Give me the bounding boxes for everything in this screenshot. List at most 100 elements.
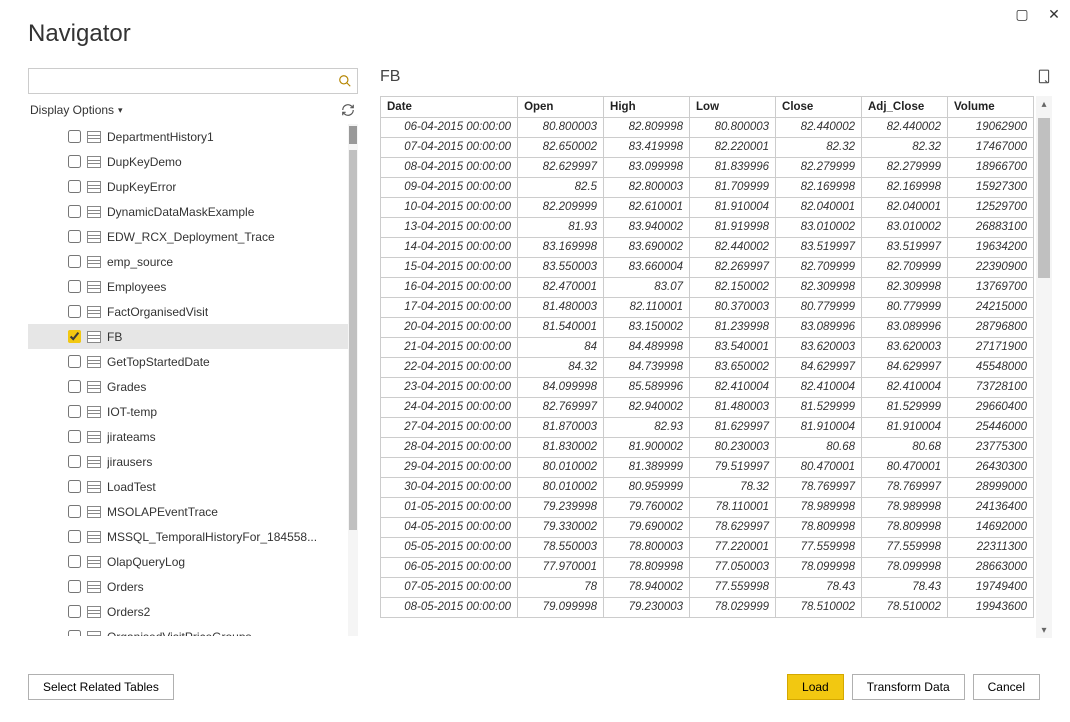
column-header-high[interactable]: High [604, 97, 690, 117]
cell: 08-05-2015 00:00:00 [381, 597, 518, 617]
tree-item-dynamicdatamaskexample[interactable]: DynamicDataMaskExample [28, 199, 348, 224]
tree-item-jirateams[interactable]: jirateams [28, 424, 348, 449]
table-row[interactable]: 27-04-2015 00:00:0081.87000382.9381.6299… [381, 417, 1034, 437]
column-header-volume[interactable]: Volume [947, 97, 1033, 117]
tree-checkbox[interactable] [68, 605, 81, 618]
tree-item-orders2[interactable]: Orders2 [28, 599, 348, 624]
cell: 24-04-2015 00:00:00 [381, 397, 518, 417]
tree-checkbox[interactable] [68, 555, 81, 568]
table-row[interactable]: 24-04-2015 00:00:0082.76999782.94000281.… [381, 397, 1034, 417]
tree-checkbox[interactable] [68, 505, 81, 518]
search-icon[interactable] [337, 73, 353, 89]
table-row[interactable]: 13-04-2015 00:00:0081.9383.94000281.9199… [381, 217, 1034, 237]
search-box[interactable] [28, 68, 358, 94]
tree-item-fb[interactable]: FB [28, 324, 348, 349]
cancel-button[interactable]: Cancel [973, 674, 1040, 700]
tree-item-msolapeventtrace[interactable]: MSOLAPEventTrace [28, 499, 348, 524]
table-row[interactable]: 07-04-2015 00:00:0082.65000283.41999882.… [381, 137, 1034, 157]
tree-checkbox[interactable] [68, 380, 81, 393]
tree-item-grades[interactable]: Grades [28, 374, 348, 399]
column-header-close[interactable]: Close [776, 97, 862, 117]
preview-options-icon[interactable] [1036, 68, 1052, 86]
tree-checkbox[interactable] [68, 305, 81, 318]
scroll-up-icon[interactable]: ▴ [1036, 96, 1052, 112]
tree-item-mssql-temporalhistoryfor-184558-[interactable]: MSSQL_TemporalHistoryFor_184558... [28, 524, 348, 549]
tree-item-olapquerylog[interactable]: OlapQueryLog [28, 549, 348, 574]
refresh-icon[interactable] [340, 102, 356, 118]
tree-checkbox[interactable] [68, 480, 81, 493]
tree-checkbox[interactable] [68, 230, 81, 243]
table-row[interactable]: 15-04-2015 00:00:0083.55000383.66000482.… [381, 257, 1034, 277]
tree-checkbox[interactable] [68, 630, 81, 636]
table-row[interactable]: 23-04-2015 00:00:0084.09999885.58999682.… [381, 377, 1034, 397]
table-row[interactable]: 16-04-2015 00:00:0082.47000183.0782.1500… [381, 277, 1034, 297]
tree-checkbox[interactable] [68, 205, 81, 218]
tree-item-departmenthistory1[interactable]: DepartmentHistory1 [28, 124, 348, 149]
table-row[interactable]: 04-05-2015 00:00:0079.33000279.69000278.… [381, 517, 1034, 537]
scroll-down-icon[interactable]: ▾ [1036, 622, 1052, 638]
tree-checkbox[interactable] [68, 530, 81, 543]
display-options-dropdown[interactable]: Display Options ▾ [30, 103, 123, 117]
column-header-open[interactable]: Open [518, 97, 604, 117]
select-related-tables-button[interactable]: Select Related Tables [28, 674, 174, 700]
cell: 13769700 [947, 277, 1033, 297]
tree-checkbox[interactable] [68, 130, 81, 143]
cell: 05-05-2015 00:00:00 [381, 537, 518, 557]
table-row[interactable]: 07-05-2015 00:00:007878.94000277.5599987… [381, 577, 1034, 597]
table-row[interactable]: 22-04-2015 00:00:0084.3284.73999883.6500… [381, 357, 1034, 377]
table-row[interactable]: 20-04-2015 00:00:0081.54000183.15000281.… [381, 317, 1034, 337]
tree-item-employees[interactable]: Employees [28, 274, 348, 299]
tree-item-dupkeyerror[interactable]: DupKeyError [28, 174, 348, 199]
tree-item-orders[interactable]: Orders [28, 574, 348, 599]
tree-item-iot-temp[interactable]: IOT-temp [28, 399, 348, 424]
table-row[interactable]: 08-04-2015 00:00:0082.62999783.09999881.… [381, 157, 1034, 177]
tree-checkbox[interactable] [68, 405, 81, 418]
table-row[interactable]: 08-05-2015 00:00:0079.09999879.23000378.… [381, 597, 1034, 617]
tree-scrollbar[interactable] [348, 124, 358, 636]
cell: 81.709999 [690, 177, 776, 197]
table-row[interactable]: 09-04-2015 00:00:0082.582.80000381.70999… [381, 177, 1034, 197]
column-header-adj_close[interactable]: Adj_Close [862, 97, 948, 117]
column-header-low[interactable]: Low [690, 97, 776, 117]
grid-scrollbar[interactable]: ▴ ▾ [1036, 96, 1052, 638]
cell: 22311300 [947, 537, 1033, 557]
tree-checkbox[interactable] [68, 180, 81, 193]
table-row[interactable]: 05-05-2015 00:00:0078.55000378.80000377.… [381, 537, 1034, 557]
tree-checkbox[interactable] [68, 580, 81, 593]
tree-item-organisedvisitpricegroups[interactable]: OrganisedVisitPriceGroups [28, 624, 348, 636]
table-row[interactable]: 06-04-2015 00:00:0080.80000382.80999880.… [381, 117, 1034, 137]
tree-item-dupkeydemo[interactable]: DupKeyDemo [28, 149, 348, 174]
cell: 78.099998 [862, 557, 948, 577]
tree-item-emp-source[interactable]: emp_source [28, 249, 348, 274]
table-row[interactable]: 21-04-2015 00:00:008484.48999883.5400018… [381, 337, 1034, 357]
window-close-icon[interactable]: ✕ [1038, 0, 1070, 28]
table-row[interactable]: 01-05-2015 00:00:0079.23999879.76000278.… [381, 497, 1034, 517]
column-header-date[interactable]: Date [381, 97, 518, 117]
table-row[interactable]: 17-04-2015 00:00:0081.48000382.11000180.… [381, 297, 1034, 317]
table-row[interactable]: 28-04-2015 00:00:0081.83000281.90000280.… [381, 437, 1034, 457]
transform-data-button[interactable]: Transform Data [852, 674, 965, 700]
tree-checkbox[interactable] [68, 430, 81, 443]
tree-item-edw-rcx-deployment-trace[interactable]: EDW_RCX_Deployment_Trace [28, 224, 348, 249]
table-row[interactable]: 06-05-2015 00:00:0077.97000178.80999877.… [381, 557, 1034, 577]
table-row[interactable]: 14-04-2015 00:00:0083.16999883.69000282.… [381, 237, 1034, 257]
tree-item-jirausers[interactable]: jirausers [28, 449, 348, 474]
table-row[interactable]: 10-04-2015 00:00:0082.20999982.61000181.… [381, 197, 1034, 217]
tree-checkbox[interactable] [68, 355, 81, 368]
table-row[interactable]: 29-04-2015 00:00:0080.01000281.38999979.… [381, 457, 1034, 477]
tree-checkbox[interactable] [68, 255, 81, 268]
tree-checkbox[interactable] [68, 330, 81, 343]
search-input[interactable] [33, 74, 337, 88]
tree-item-gettopstarteddate[interactable]: GetTopStartedDate [28, 349, 348, 374]
tree-checkbox[interactable] [68, 455, 81, 468]
cell: 17-04-2015 00:00:00 [381, 297, 518, 317]
tree-checkbox[interactable] [68, 155, 81, 168]
load-button[interactable]: Load [787, 674, 844, 700]
window-maximize-icon[interactable]: ▢ [1006, 0, 1038, 28]
table-icon [87, 381, 101, 393]
tree-item-loadtest[interactable]: LoadTest [28, 474, 348, 499]
tree-item-factorganisedvisit[interactable]: FactOrganisedVisit [28, 299, 348, 324]
tree-checkbox[interactable] [68, 280, 81, 293]
table-icon [87, 431, 101, 443]
table-row[interactable]: 30-04-2015 00:00:0080.01000280.95999978.… [381, 477, 1034, 497]
